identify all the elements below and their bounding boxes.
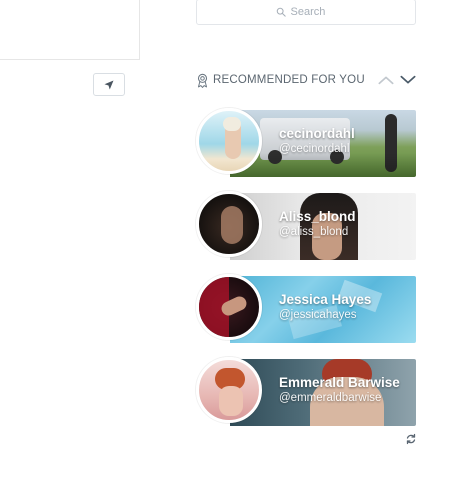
recommended-list: cecinordahl @cecinordahl Aliss_blond @al… xyxy=(196,108,416,442)
creator-name: Aliss_blond xyxy=(279,209,356,224)
search-icon xyxy=(276,7,286,17)
creator-card[interactable]: Aliss_blond @aliss_blond xyxy=(196,191,416,260)
creator-name: Jessica Hayes xyxy=(279,292,372,307)
award-icon xyxy=(197,73,208,88)
creator-handle: @jessicahayes xyxy=(279,309,357,321)
search-input[interactable] xyxy=(290,6,337,18)
recommended-title: RECOMMENDED FOR YOU xyxy=(213,74,365,86)
recommended-header: RECOMMENDED FOR YOU xyxy=(196,70,416,90)
refresh-icon[interactable] xyxy=(405,433,417,445)
creator-handle: @aliss_blond xyxy=(279,226,349,238)
chevron-up-icon[interactable] xyxy=(378,75,394,85)
creator-card[interactable]: Emmerald Barwise @emmeraldbarwise xyxy=(196,357,416,426)
creator-name: Emmerald Barwise xyxy=(279,375,400,390)
creator-name: cecinordahl xyxy=(279,126,355,141)
creator-handle: @cecinordahl xyxy=(279,143,350,155)
creator-avatar xyxy=(196,108,262,174)
creator-avatar xyxy=(196,274,262,340)
content-panel xyxy=(0,0,140,60)
location-arrow-icon xyxy=(104,80,114,89)
creator-handle: @emmeraldbarwise xyxy=(279,392,382,404)
creator-avatar xyxy=(196,357,262,423)
creator-card[interactable]: cecinordahl @cecinordahl xyxy=(196,108,416,177)
creator-card[interactable]: Jessica Hayes @jessicahayes xyxy=(196,274,416,343)
location-button[interactable] xyxy=(93,73,125,96)
search-box[interactable] xyxy=(196,0,416,25)
creator-avatar xyxy=(196,191,262,257)
chevron-down-icon[interactable] xyxy=(400,75,416,85)
